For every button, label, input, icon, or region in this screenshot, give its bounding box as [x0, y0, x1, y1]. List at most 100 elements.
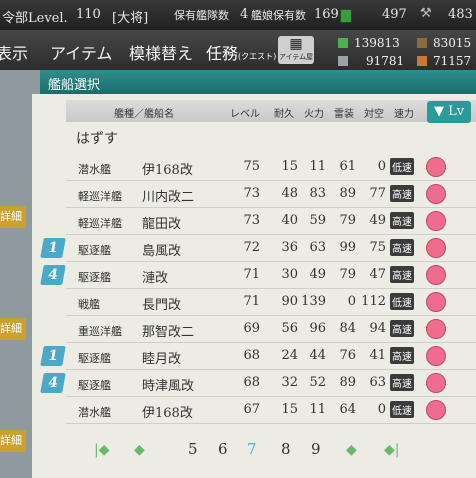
- ship-hp: 56: [281, 321, 298, 336]
- ship-torpedo: 79: [339, 213, 356, 228]
- ship-firepower: 11: [309, 402, 326, 417]
- ship-hp: 24: [281, 348, 298, 363]
- section-title: 艦船選択: [48, 78, 101, 93]
- ship-row[interactable]: 潜水艦 伊168改 67 15 11 64 0 低速: [66, 397, 476, 424]
- page-9[interactable]: 9: [311, 440, 321, 458]
- fleet-count-value: 4: [240, 7, 249, 22]
- next-page-icon[interactable]: ◆: [346, 442, 357, 458]
- ship-hp: 15: [281, 402, 298, 417]
- ship-firepower: 59: [309, 213, 326, 228]
- ship-torpedo: 0: [347, 294, 356, 309]
- ship-hp: 30: [281, 267, 298, 282]
- shop-icon: ▦: [289, 36, 303, 52]
- page-6[interactable]: 6: [218, 440, 228, 458]
- ship-antiair: 75: [369, 240, 386, 255]
- ship-row[interactable]: 重巡洋艦 那智改二 69 56 96 84 94 高速: [66, 316, 476, 343]
- detail-button[interactable]: 詳細: [0, 318, 26, 340]
- ship-speed: 高速: [390, 320, 414, 337]
- ship-speed: 低速: [390, 158, 414, 175]
- division-badge: 4: [40, 265, 66, 285]
- ship-antiair: 112: [361, 294, 386, 309]
- lock-heart-icon: [426, 211, 446, 231]
- ship-firepower: 96: [309, 321, 326, 336]
- ship-torpedo: 64: [339, 402, 356, 417]
- ship-hp: 90: [281, 294, 298, 309]
- ship-name: 島風改: [142, 244, 182, 259]
- ship-antiair: 0: [377, 402, 386, 417]
- bauxite-resource: 71157: [417, 54, 471, 68]
- lock-heart-icon: [426, 157, 446, 177]
- ammo-resource: 83015: [417, 36, 471, 50]
- ship-torpedo: 84: [339, 321, 356, 336]
- menu-furniture[interactable]: 模様替え: [129, 40, 193, 64]
- ship-speed: 高速: [390, 347, 414, 364]
- ship-torpedo: 61: [339, 159, 356, 174]
- page-8[interactable]: 8: [281, 440, 291, 458]
- ship-type: 駆逐艦: [78, 352, 111, 365]
- ship-row[interactable]: 潜水艦 伊168改 75 15 11 61 0 低速: [66, 154, 476, 181]
- ship-level: 69: [243, 321, 260, 336]
- ship-speed: 高速: [390, 266, 414, 283]
- ship-level: 73: [243, 186, 260, 201]
- ship-level: 67: [243, 402, 260, 417]
- col-hp: 耐久: [274, 109, 294, 120]
- devmat-value: 483: [448, 7, 473, 22]
- ship-type: 潜水艦: [78, 163, 111, 176]
- ship-speed: 低速: [390, 401, 414, 418]
- sort-button[interactable]: ▼ Lv: [427, 101, 471, 123]
- last-page-icon[interactable]: ◆|: [384, 442, 399, 458]
- ship-firepower: 52: [309, 375, 326, 390]
- lock-heart-icon: [426, 319, 446, 339]
- prev-page-icon[interactable]: ◆: [134, 442, 145, 458]
- ammo-icon: [417, 38, 427, 48]
- hq-label: 令部Level.: [2, 11, 68, 26]
- ship-name: 龍田改: [142, 217, 182, 232]
- col-firepower: 火力: [304, 109, 324, 120]
- ship-speed: 低速: [390, 293, 414, 310]
- remove-ship-button[interactable]: はずす: [76, 128, 118, 148]
- ship-name: 時津風改: [142, 379, 195, 394]
- menu-bar: 表示 アイテム 模様替え 任務(クエスト): [0, 30, 476, 70]
- ship-row[interactable]: 戦艦 長門改 71 90 139 0 112 低速: [66, 289, 476, 316]
- item-shop-button[interactable]: ▦ アイテム屋: [278, 36, 314, 64]
- menu-item[interactable]: アイテム: [50, 40, 112, 64]
- menu-display[interactable]: 表示: [0, 40, 28, 64]
- ship-row[interactable]: 駆逐艦 漣改 71 30 49 79 47 高速: [66, 262, 476, 289]
- bauxite-icon: [417, 56, 427, 66]
- ship-row[interactable]: 駆逐艦 睦月改 68 24 44 76 41 高速: [66, 343, 476, 370]
- detail-button[interactable]: 詳細: [0, 206, 26, 228]
- lock-heart-icon: [426, 184, 446, 204]
- ship-torpedo: 89: [339, 375, 356, 390]
- menu-quest-sub: (クエスト): [238, 52, 277, 61]
- ship-antiair: 47: [369, 267, 386, 282]
- lock-heart-icon: [426, 292, 446, 312]
- first-page-icon[interactable]: |◆: [94, 442, 109, 458]
- col-name: 艦種／艦船名: [114, 109, 174, 120]
- division-badge: 4: [40, 373, 66, 393]
- ship-antiair: 41: [369, 348, 386, 363]
- ship-hp: 40: [281, 213, 298, 228]
- menu-quest[interactable]: 任務(クエスト): [206, 40, 276, 64]
- detail-button[interactable]: 詳細: [0, 430, 26, 452]
- screw-icon: ⚒: [420, 6, 432, 21]
- ship-count-label: 艦娘保有数: [251, 9, 306, 22]
- menu-quest-label: 任務: [206, 44, 239, 63]
- ship-firepower: 49: [309, 267, 326, 282]
- ship-speed: 高速: [390, 185, 414, 202]
- ship-antiair: 0: [377, 159, 386, 174]
- ship-type: 軽巡洋艦: [78, 190, 122, 203]
- ship-row[interactable]: 駆逐艦 時津風改 68 32 52 89 63 高速: [66, 370, 476, 397]
- page-7-current[interactable]: 7: [247, 440, 257, 458]
- ship-row[interactable]: 駆逐艦 島風改 72 36 63 99 75 高速: [66, 235, 476, 262]
- ship-type: 駆逐艦: [78, 244, 111, 257]
- ship-row[interactable]: 軽巡洋艦 川内改二 73 48 83 89 77 高速: [66, 181, 476, 208]
- page-5[interactable]: 5: [188, 440, 198, 458]
- ammo-value: 83015: [433, 36, 472, 50]
- ship-row[interactable]: 軽巡洋艦 龍田改 73 40 59 79 49 高速: [66, 208, 476, 235]
- ship-type: 戦艦: [78, 298, 100, 311]
- ship-torpedo: 99: [339, 240, 356, 255]
- ship-name: 伊168改: [142, 163, 193, 178]
- col-antiair: 対空: [364, 109, 384, 120]
- ship-name: 川内改二: [142, 190, 195, 205]
- ship-torpedo: 89: [339, 186, 356, 201]
